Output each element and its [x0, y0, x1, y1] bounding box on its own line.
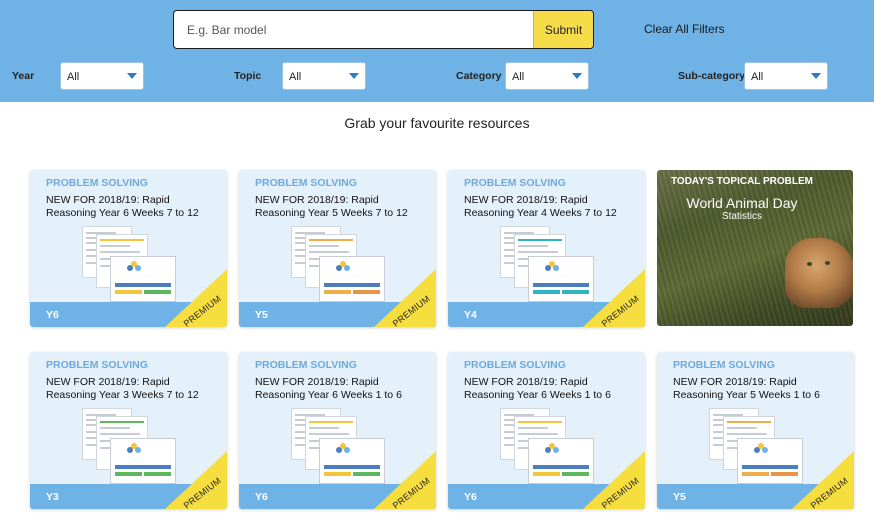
search-box: Submit	[173, 10, 594, 49]
resource-card[interactable]: PROBLEM SOLVING NEW FOR 2018/19: Rapid R…	[657, 352, 854, 509]
filter-label-topic: Topic	[234, 70, 262, 82]
card-title: NEW FOR 2018/19: Rapid Reasoning Year 3 …	[46, 376, 199, 401]
year-badge: Y6	[46, 309, 59, 321]
topic-select[interactable]: All	[282, 62, 366, 90]
worksheet-cover	[737, 438, 803, 484]
worksheet-cover	[110, 256, 176, 302]
worksheet-cover	[110, 438, 176, 484]
card-category: PROBLEM SOLVING	[46, 177, 148, 189]
filter-label-year: Year	[12, 70, 35, 82]
chevron-down-icon	[811, 73, 821, 79]
resource-card[interactable]: PROBLEM SOLVING NEW FOR 2018/19: Rapid R…	[30, 170, 227, 327]
sub-category-select-value: All	[751, 71, 764, 83]
filter-label-category: Category	[456, 70, 502, 82]
resource-thumbnail	[709, 408, 804, 486]
card-category: PROBLEM SOLVING	[464, 359, 566, 371]
chevron-down-icon	[127, 73, 137, 79]
resource-thumbnail	[291, 408, 386, 486]
logo-icon	[545, 443, 559, 454]
resource-thumbnail	[500, 226, 595, 304]
resource-card[interactable]: PROBLEM SOLVING NEW FOR 2018/19: Rapid R…	[448, 170, 645, 327]
card-title: NEW FOR 2018/19: Rapid Reasoning Year 5 …	[255, 194, 408, 219]
logo-icon	[127, 261, 141, 272]
year-badge: Y3	[46, 491, 59, 503]
resource-thumbnail	[82, 408, 177, 486]
page-heading: Grab your favourite resources	[344, 115, 530, 131]
chevron-down-icon	[572, 73, 582, 79]
year-badge: Y6	[464, 491, 477, 503]
sub-category-select[interactable]: All	[744, 62, 828, 90]
resource-card[interactable]: PROBLEM SOLVING NEW FOR 2018/19: Rapid R…	[448, 352, 645, 509]
logo-icon	[127, 443, 141, 454]
filter-label-sub-category: Sub-category	[678, 70, 746, 82]
resource-thumbnail	[500, 408, 595, 486]
category-select-value: All	[512, 71, 525, 83]
cat-image	[785, 238, 853, 308]
filter-bar: Submit Clear All Filters Year All Topic …	[0, 0, 874, 102]
year-badge: Y5	[673, 491, 686, 503]
resource-card[interactable]: PROBLEM SOLVING NEW FOR 2018/19: Rapid R…	[30, 352, 227, 509]
logo-icon	[336, 261, 350, 272]
year-select-value: All	[67, 71, 80, 83]
resource-thumbnail	[291, 226, 386, 304]
year-badge: Y6	[255, 491, 268, 503]
card-category: PROBLEM SOLVING	[255, 177, 357, 189]
card-title: NEW FOR 2018/19: Rapid Reasoning Year 4 …	[464, 194, 617, 219]
clear-filters-link[interactable]: Clear All Filters	[644, 22, 725, 36]
cat-eye	[807, 262, 812, 266]
chevron-down-icon	[349, 73, 359, 79]
year-select[interactable]: All	[60, 62, 144, 90]
card-title: NEW FOR 2018/19: Rapid Reasoning Year 6 …	[46, 194, 199, 219]
card-title: NEW FOR 2018/19: Rapid Reasoning Year 6 …	[464, 376, 611, 401]
logo-icon	[754, 443, 768, 454]
card-category: PROBLEM SOLVING	[255, 359, 357, 371]
topical-title: World Animal Day	[686, 195, 798, 211]
topical-label: TODAY'S TOPICAL PROBLEM	[670, 176, 814, 187]
category-select[interactable]: All	[505, 62, 589, 90]
card-category: PROBLEM SOLVING	[673, 359, 775, 371]
resource-card[interactable]: PROBLEM SOLVING NEW FOR 2018/19: Rapid R…	[239, 170, 436, 327]
logo-icon	[336, 443, 350, 454]
topic-select-value: All	[289, 71, 302, 83]
card-category: PROBLEM SOLVING	[46, 359, 148, 371]
topical-problem-card[interactable]: TODAY'S TOPICAL PROBLEM World Animal Day…	[657, 170, 853, 326]
card-title: NEW FOR 2018/19: Rapid Reasoning Year 6 …	[255, 376, 402, 401]
cat-eye	[825, 261, 830, 265]
year-badge: Y4	[464, 309, 477, 321]
card-title: NEW FOR 2018/19: Rapid Reasoning Year 5 …	[673, 376, 820, 401]
resource-card[interactable]: PROBLEM SOLVING NEW FOR 2018/19: Rapid R…	[239, 352, 436, 509]
year-badge: Y5	[255, 309, 268, 321]
worksheet-cover	[319, 438, 385, 484]
search-input[interactable]	[174, 11, 534, 48]
submit-button[interactable]: Submit	[533, 11, 593, 48]
worksheet-cover	[528, 256, 594, 302]
resource-thumbnail	[82, 226, 177, 304]
topical-subtitle: Statistics	[721, 211, 762, 222]
logo-icon	[545, 261, 559, 272]
card-category: PROBLEM SOLVING	[464, 177, 566, 189]
worksheet-cover	[319, 256, 385, 302]
worksheet-cover	[528, 438, 594, 484]
